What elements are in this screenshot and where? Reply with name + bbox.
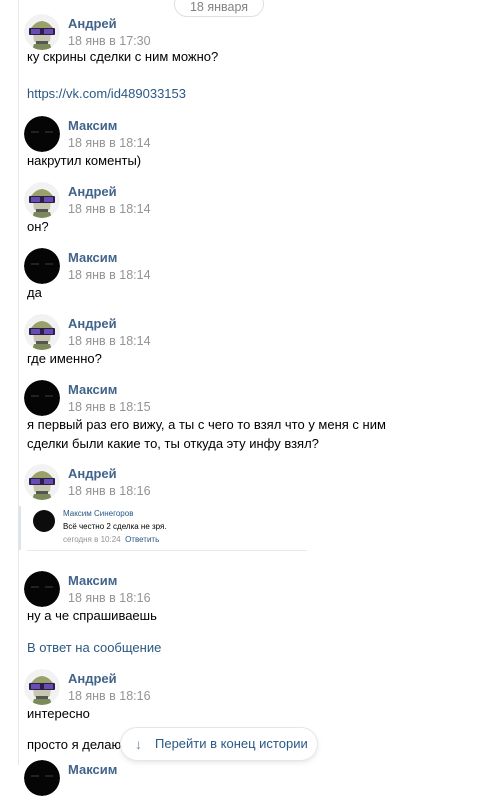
message-time[interactable]: 18 янв в 18:14 (68, 334, 151, 348)
forwarded-bar (18, 506, 21, 550)
forwarded-reply-link[interactable]: Ответить (125, 535, 159, 544)
avatar-image (24, 116, 60, 152)
message-author[interactable]: Андрей (68, 316, 117, 331)
message-author[interactable]: Максим (68, 118, 117, 133)
message-time[interactable]: 18 янв в 18:16 (68, 591, 151, 605)
message-time[interactable]: 18 янв в 18:14 (68, 202, 151, 216)
message-author[interactable]: Андрей (68, 466, 117, 481)
message-text: накрутил коменты) (27, 153, 142, 168)
message-link[interactable]: https://vk.com/id489033153 (27, 84, 186, 103)
avatar-image (24, 14, 60, 50)
avatar-image (24, 464, 60, 500)
forwarded-avatar[interactable] (33, 510, 55, 532)
forwarded-author[interactable]: Максим Синегоров (63, 509, 133, 518)
avatar[interactable] (24, 760, 60, 796)
forwarded-text: Всё честно 2 сделка не зря. (63, 522, 167, 531)
message-text: я первый раз его вижу, а ты с чего то вз… (27, 417, 386, 432)
avatar-image (24, 182, 60, 218)
avatar[interactable] (24, 571, 60, 607)
message-text: да (27, 285, 42, 300)
message-text: интересно (27, 706, 90, 721)
message-time[interactable]: 18 янв в 18:14 (68, 136, 151, 150)
message-time[interactable]: 18 янв в 18:16 (68, 484, 151, 498)
forwarded-time: сегодня в 10:24 (63, 535, 121, 544)
message-author[interactable]: Максим (68, 382, 117, 397)
forwarded-comment[interactable]: Максим Синегоров Всё честно 2 сделка не … (27, 504, 307, 551)
message-text: ку скрины сделки с ним можно? (27, 49, 219, 64)
message-text: ну а че спрашиваешь (27, 608, 157, 623)
avatar[interactable] (24, 248, 60, 284)
message-author[interactable]: Максим (68, 762, 117, 777)
message-text: где именно? (27, 351, 102, 366)
message-author[interactable]: Андрей (68, 671, 117, 686)
jump-to-end-button[interactable]: ↓ Перейти в конец истории (121, 728, 317, 760)
chat-history: { "date_divider": "18 января", "messages… (0, 0, 486, 796)
message-author[interactable]: Андрей (68, 16, 117, 31)
message-author[interactable]: Максим (68, 250, 117, 265)
avatar[interactable] (24, 182, 60, 218)
date-divider: 18 января (174, 0, 264, 17)
message-time[interactable]: 18 янв в 18:16 (68, 689, 151, 703)
avatar[interactable] (24, 380, 60, 416)
in-reply-to-link[interactable]: В ответ на сообщение (27, 638, 161, 657)
jump-to-end-label: Перейти в конец истории (155, 736, 308, 751)
avatar[interactable] (24, 669, 60, 705)
message-text: просто я делаю (27, 737, 122, 752)
message-text: он? (27, 219, 49, 234)
message-time[interactable]: 18 янв в 18:15 (68, 400, 151, 414)
avatar-image (24, 248, 60, 284)
avatar-image (24, 314, 60, 350)
thread-line (18, 0, 19, 765)
arrow-down-icon: ↓ (135, 736, 142, 752)
avatar-image (24, 380, 60, 416)
message-time[interactable]: 18 янв в 17:30 (68, 34, 151, 48)
avatar[interactable] (24, 116, 60, 152)
message-time[interactable]: 18 янв в 18:14 (68, 268, 151, 282)
avatar[interactable] (24, 464, 60, 500)
message-author[interactable]: Андрей (68, 184, 117, 199)
forwarded-meta: сегодня в 10:24 Ответить (63, 535, 159, 544)
avatar-image (24, 571, 60, 607)
avatar[interactable] (24, 314, 60, 350)
avatar-image (24, 669, 60, 705)
avatar[interactable] (24, 14, 60, 50)
message-author[interactable]: Максим (68, 573, 117, 588)
avatar-image (24, 760, 60, 796)
message-text: сделки были какие то, ты откуда эту инфу… (27, 436, 319, 451)
